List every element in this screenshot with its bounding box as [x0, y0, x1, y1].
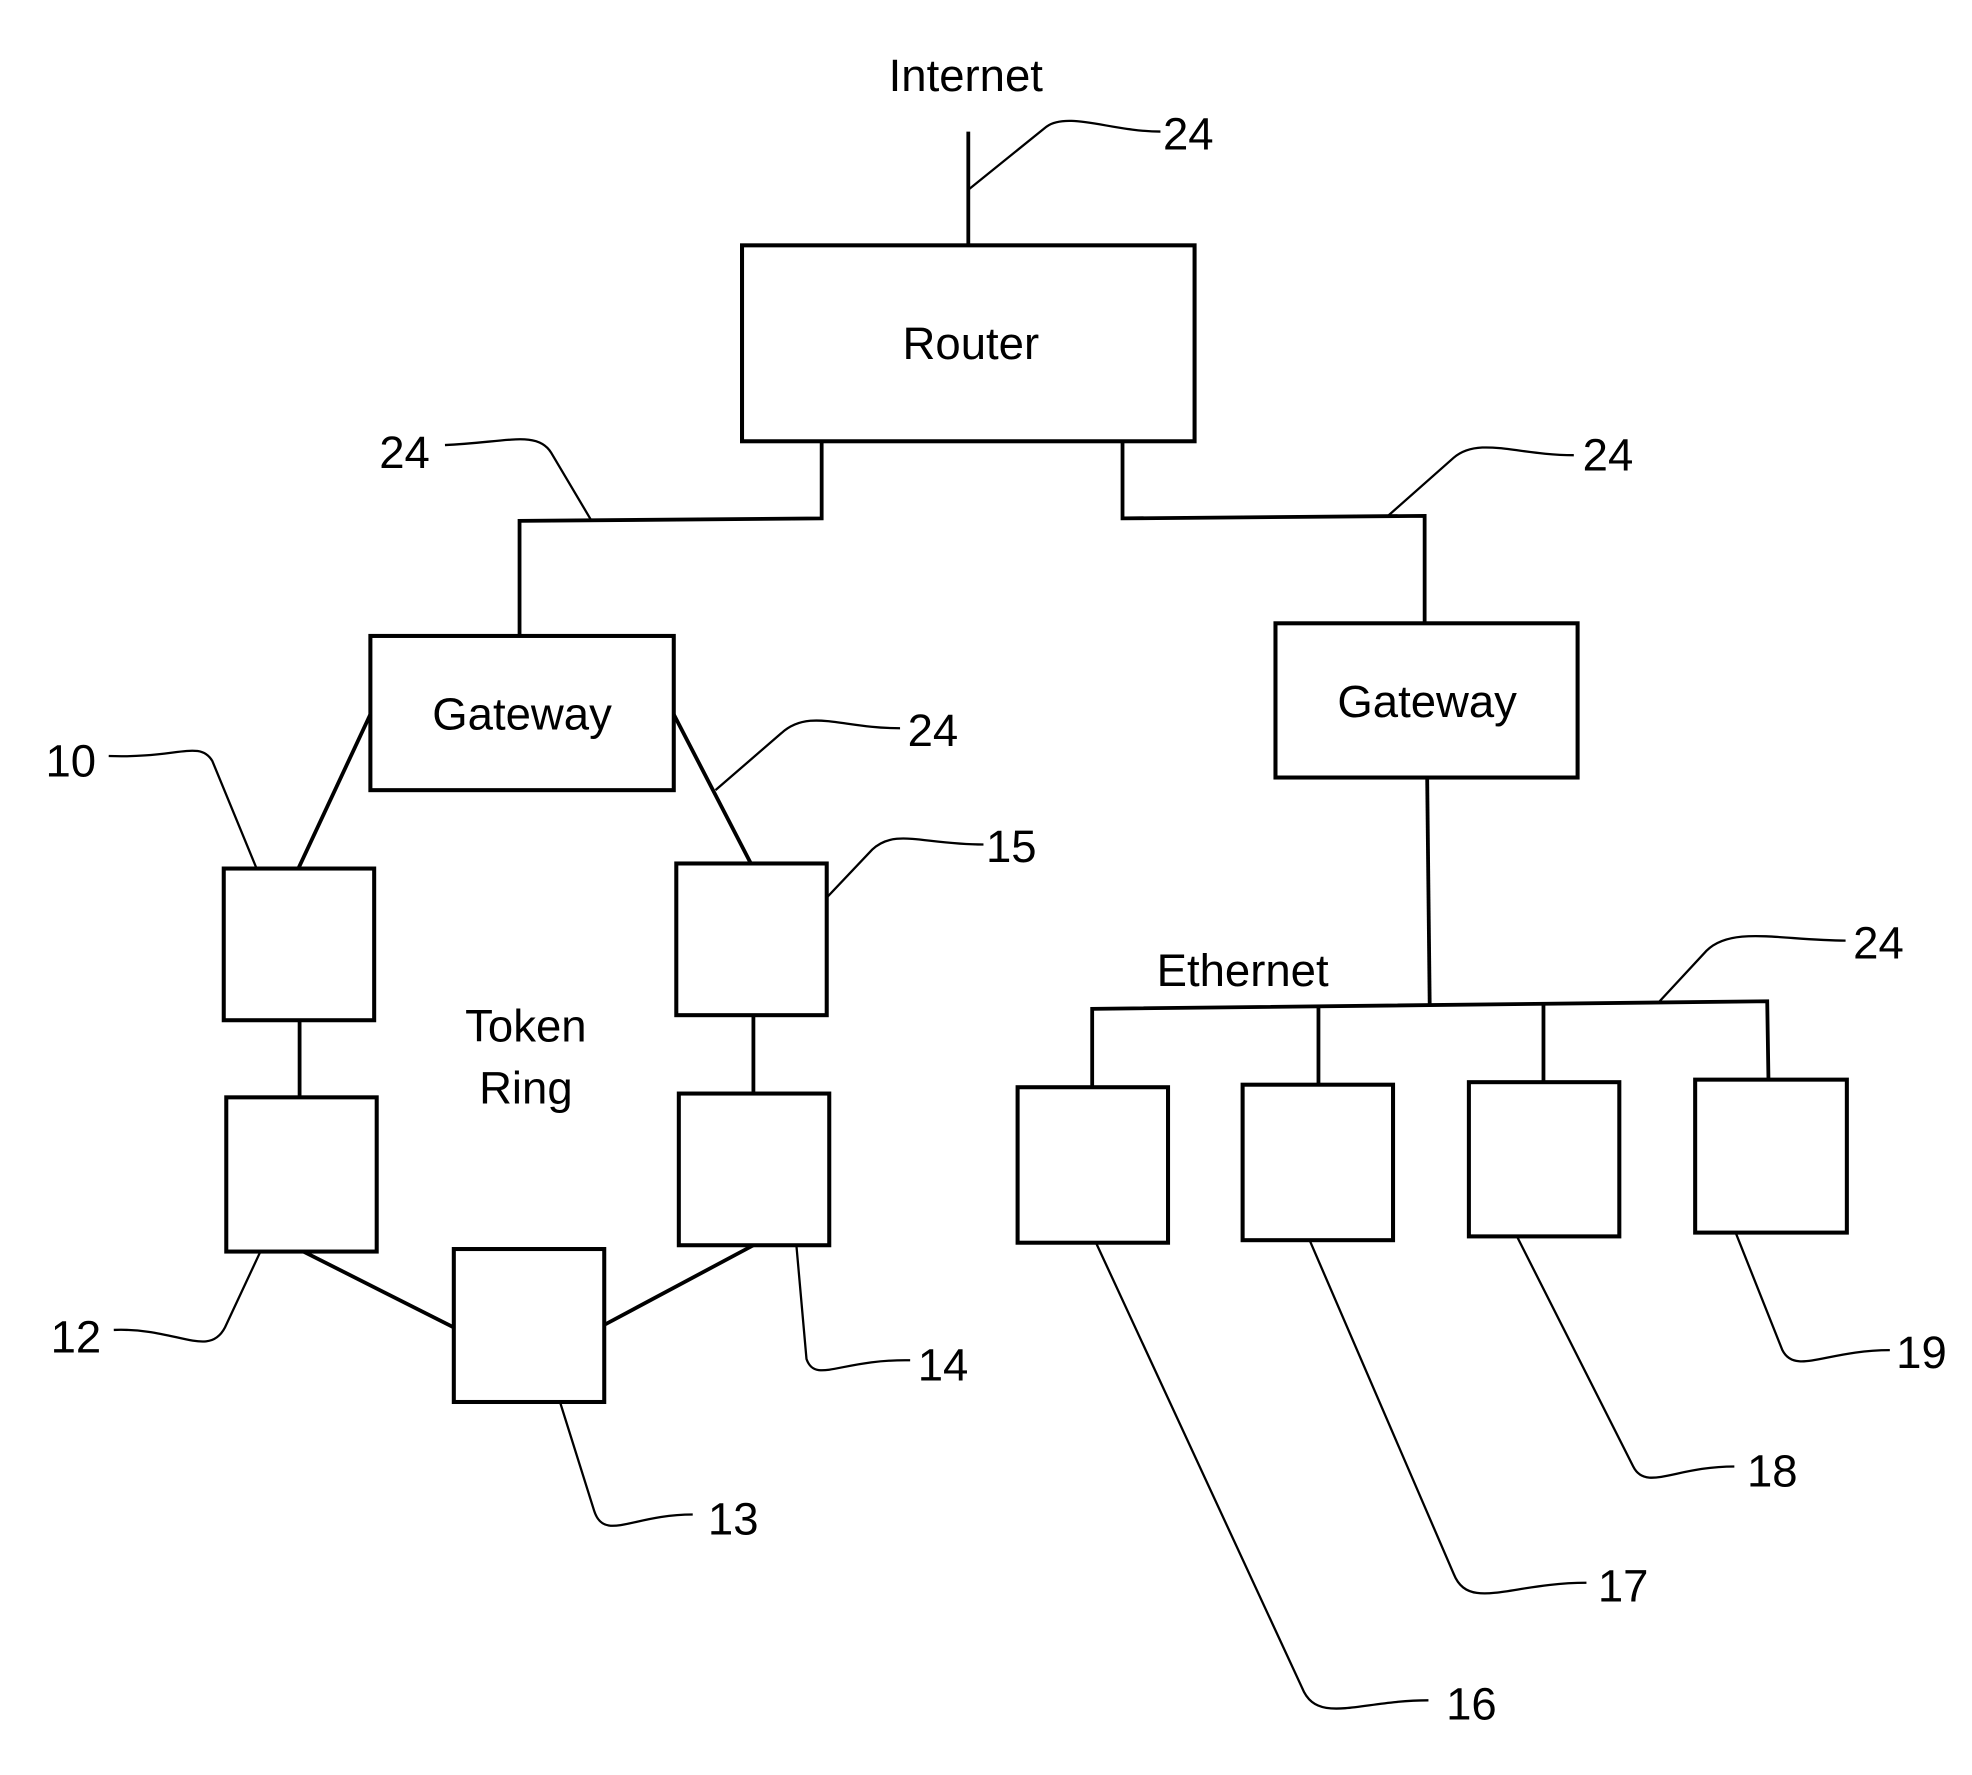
- leader-ring-link: [714, 719, 901, 792]
- ethernet-node-17: [1240, 1082, 1396, 1243]
- leader-router-left-link: [444, 438, 593, 522]
- ref-ethernet-bus: 24: [1853, 917, 1904, 968]
- ring-link-gw-10: [296, 713, 373, 870]
- ring-node-15: [674, 861, 829, 1018]
- ref-ring-link: 24: [908, 705, 959, 756]
- ref-router-right-link: 24: [1583, 429, 1634, 480]
- ethernet-label: Ethernet: [1157, 945, 1329, 996]
- ring-node-14: [676, 1091, 832, 1248]
- gateway-left-label: Gateway: [432, 688, 612, 739]
- ref-node-15: 15: [986, 821, 1037, 872]
- leader-node-16: [1094, 1242, 1429, 1710]
- internet-label: Internet: [889, 50, 1044, 101]
- leader-node-15: [825, 837, 984, 899]
- ref-node-10: 10: [46, 735, 97, 786]
- gateway-ethernet-link: [1425, 777, 1432, 1006]
- leader-ethernet-bus: [1657, 934, 1846, 1004]
- ref-node-17: 17: [1598, 1561, 1649, 1612]
- ref-node-18: 18: [1747, 1446, 1798, 1497]
- leader-node-12: [113, 1251, 262, 1343]
- ref-node-19: 19: [1896, 1327, 1947, 1378]
- ref-internet-link: 24: [1163, 108, 1214, 159]
- leader-node-13: [558, 1401, 693, 1527]
- network-diagram: Internet 24 Router 24 24 Gateway Gateway…: [46, 50, 1947, 1729]
- leader-router-right-link: [1387, 446, 1574, 517]
- ring-link-13-14: [603, 1243, 755, 1327]
- leader-node-19: [1734, 1232, 1890, 1363]
- ref-node-13: 13: [708, 1494, 759, 1545]
- ref-node-16: 16: [1446, 1678, 1497, 1729]
- token-ring-label-line1: Token: [465, 1001, 586, 1052]
- ethernet-bus: [1090, 999, 1771, 1088]
- leader-node-10: [108, 749, 258, 869]
- token-ring-label-line2: Ring: [479, 1063, 573, 1114]
- ref-node-12: 12: [51, 1312, 102, 1363]
- ring-node-10: [221, 866, 377, 1023]
- gateway-right-label: Gateway: [1337, 676, 1517, 727]
- leader-node-14: [795, 1245, 911, 1372]
- ref-router-left-link: 24: [379, 427, 430, 478]
- ethernet-node-16: [1015, 1085, 1171, 1245]
- ring-link-gw-15: [672, 713, 753, 865]
- ethernet-node-19: [1693, 1077, 1849, 1235]
- ethernet-node-18: [1466, 1080, 1622, 1239]
- ring-node-12: [224, 1095, 379, 1254]
- ring-link-12-13: [302, 1249, 455, 1330]
- leader-internet-link: [967, 119, 1161, 191]
- router-left-link: [517, 441, 824, 636]
- router-label: Router: [903, 318, 1040, 369]
- ring-node-13: [451, 1247, 607, 1405]
- router-right-link: [1120, 441, 1427, 624]
- ref-node-14: 14: [918, 1340, 969, 1391]
- leader-node-18: [1515, 1235, 1735, 1479]
